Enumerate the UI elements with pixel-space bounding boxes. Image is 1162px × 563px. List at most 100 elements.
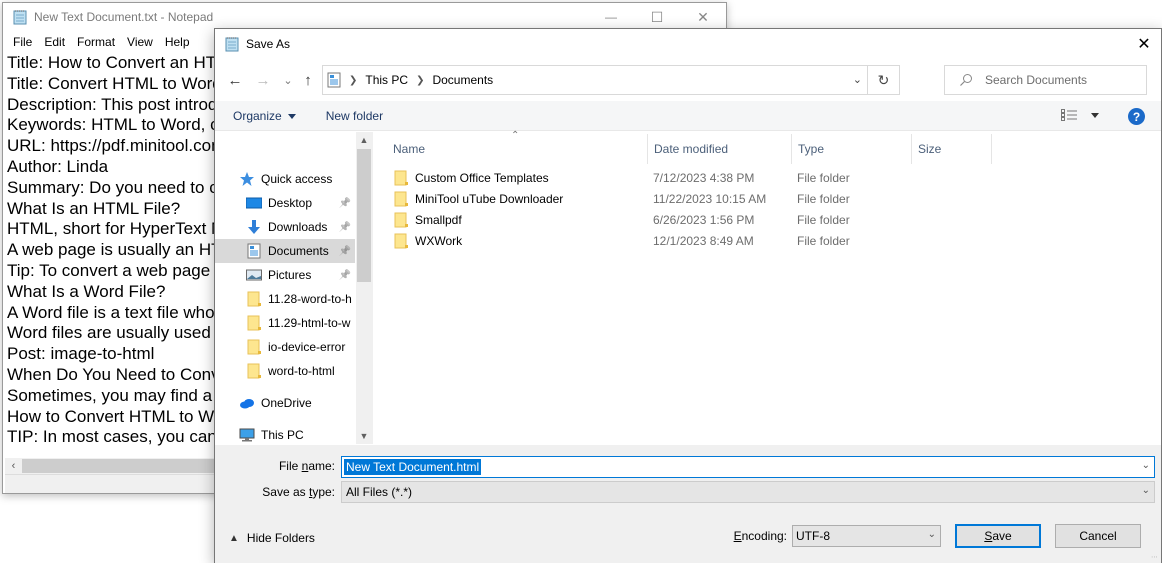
breadcrumb-separator-icon[interactable]: ❯ xyxy=(416,75,424,86)
file-name-input[interactable]: New Text Document.html ⌄ xyxy=(341,456,1155,478)
column-header-date[interactable]: Date modified xyxy=(648,134,792,164)
menu-help[interactable]: Help xyxy=(159,35,196,49)
pin-icon: 📌 xyxy=(338,245,351,257)
refresh-button[interactable]: ↻ xyxy=(867,66,899,94)
details-view-icon xyxy=(1061,109,1077,121)
navigation-pane-scrollbar[interactable]: ▲ ▼ xyxy=(356,132,372,444)
nav-item-label: word-to-html xyxy=(268,364,335,378)
organize-button[interactable]: Organize xyxy=(233,109,296,123)
scroll-up-icon[interactable]: ▲ xyxy=(356,135,372,145)
menu-view[interactable]: View xyxy=(121,35,159,49)
nav-item-label: io-device-error xyxy=(268,340,346,354)
save-button[interactable]: Save xyxy=(955,524,1041,548)
folder-icon xyxy=(393,191,409,207)
hide-folders-label: Hide Folders xyxy=(246,531,315,545)
minimize-button[interactable]: — xyxy=(588,3,634,31)
nav-item-desktop[interactable]: Desktop 📌 xyxy=(215,191,355,215)
file-date: 7/12/2023 4:38 PM xyxy=(653,170,755,185)
file-name: MiniTool uTube Downloader xyxy=(415,191,564,206)
file-name-cell: Custom Office Templates xyxy=(393,170,549,186)
chevron-down-icon: ⌄ xyxy=(1141,485,1150,496)
file-name-value: New Text Document.html xyxy=(344,459,482,475)
column-header-type[interactable]: Type xyxy=(792,134,912,164)
recent-locations-button[interactable]: ⌄ xyxy=(278,70,298,90)
refresh-icon: ↻ xyxy=(877,71,890,88)
scroll-left-icon[interactable]: ‹ xyxy=(5,460,22,472)
file-row[interactable]: MiniTool uTube Downloader 11/22/2023 10:1… xyxy=(373,188,993,209)
file-date: 6/26/2023 1:56 PM xyxy=(653,212,755,227)
chevron-up-icon: ▲ xyxy=(229,532,239,544)
file-list: Name ⌃ Date modified Type Size Custom Of… xyxy=(373,130,1161,444)
close-icon: ✕ xyxy=(697,8,709,25)
nav-item-label: OneDrive xyxy=(261,396,312,410)
breadcrumb-this-pc[interactable]: This PC xyxy=(365,73,408,87)
up-button[interactable]: ↑ xyxy=(298,70,318,90)
search-placeholder: Search Documents xyxy=(985,73,1088,87)
nav-item-this-pc[interactable]: This PC xyxy=(215,423,355,444)
address-dropdown-icon[interactable]: ⌄ xyxy=(853,73,862,86)
nav-item-11-29-html-to-w[interactable]: 11.29-html-to-w xyxy=(215,311,355,335)
address-bar[interactable]: ❯ This PC ❯ Documents ⌄ ↻ xyxy=(322,65,900,95)
dialog-close-button[interactable]: ✕ xyxy=(1127,29,1161,59)
file-row[interactable]: WXWork 12/1/2023 8:49 AM File folder xyxy=(373,230,993,251)
nav-item-onedrive[interactable]: OneDrive xyxy=(215,391,355,415)
menu-format[interactable]: Format xyxy=(71,35,121,49)
command-bar: Organize New folder ? xyxy=(215,101,1161,131)
pin-icon: 📌 xyxy=(338,269,351,281)
desktop-icon xyxy=(245,195,263,211)
menu-edit[interactable]: Edit xyxy=(38,35,71,49)
dialog-titlebar[interactable]: Save As ✕ xyxy=(215,29,1161,59)
nav-item-io-device-error[interactable]: io-device-error xyxy=(215,335,355,359)
navigation-pane: Quick access Desktop 📌 Downloads 📌 Documents 📌… xyxy=(215,132,371,444)
back-button[interactable]: ← xyxy=(225,70,245,90)
menu-file[interactable]: File xyxy=(7,35,38,49)
folder-icon xyxy=(246,339,262,355)
notepad-titlebar[interactable]: New Text Document.txt - Notepad — ☐ ✕ xyxy=(3,3,726,31)
new-folder-button[interactable]: New folder xyxy=(326,109,383,123)
close-icon: ✕ xyxy=(1137,36,1151,53)
nav-item-label: Downloads xyxy=(268,220,328,234)
close-button[interactable]: ✕ xyxy=(680,3,726,31)
nav-item-label: Pictures xyxy=(268,268,312,282)
dropdown-triangle-icon xyxy=(287,113,296,119)
file-name-cell: MiniTool uTube Downloader xyxy=(393,191,563,207)
folder-icon xyxy=(246,315,262,331)
column-header-size[interactable]: Size xyxy=(912,134,992,164)
change-view-button[interactable] xyxy=(1061,109,1099,121)
save-as-type-select[interactable]: All Files (*.*) ⌄ xyxy=(341,481,1155,503)
nav-item-pictures[interactable]: Pictures 📌 xyxy=(215,263,355,287)
nav-item-quick-access[interactable]: Quick access xyxy=(215,167,355,191)
help-button[interactable]: ? xyxy=(1128,108,1145,125)
breadcrumb-separator-icon[interactable]: ❯ xyxy=(349,75,357,86)
scroll-down-icon[interactable]: ▼ xyxy=(356,431,372,441)
search-box[interactable]: Search Documents xyxy=(944,65,1147,95)
maximize-button[interactable]: ☐ xyxy=(634,3,680,31)
file-name-label: File name: xyxy=(278,459,335,473)
hide-folders-button[interactable]: ▲ Hide Folders xyxy=(229,531,315,545)
nav-item-downloads[interactable]: Downloads 📌 xyxy=(215,215,355,239)
file-type: File folder xyxy=(797,212,850,227)
column-header-name[interactable]: Name ⌃ xyxy=(373,130,648,164)
encoding-label: Encoding: xyxy=(733,529,787,543)
nav-item-word-to-html[interactable]: word-to-html xyxy=(215,359,355,383)
chevron-down-icon[interactable]: ⌄ xyxy=(1142,460,1150,471)
organize-label: Organize xyxy=(233,108,282,123)
resize-grip-icon[interactable]: ⋯ xyxy=(1151,553,1159,561)
pin-icon: 📌 xyxy=(338,197,351,209)
scrollbar-thumb[interactable] xyxy=(357,149,371,282)
file-row[interactable]: Custom Office Templates 7/12/2023 4:38 PM… xyxy=(373,167,993,188)
file-row[interactable]: Smallpdf 6/26/2023 1:56 PM File folder xyxy=(373,209,993,230)
nav-item-documents[interactable]: Documents 📌 xyxy=(215,239,355,263)
forward-button[interactable]: → xyxy=(253,70,273,90)
chevron-down-icon: ⌄ xyxy=(927,529,936,540)
nav-item-11-28-word-to-h[interactable]: 11.28-word-to-h xyxy=(215,287,355,311)
cloud-icon xyxy=(239,395,255,411)
encoding-select[interactable]: UTF-8 ⌄ xyxy=(792,525,941,547)
cancel-button[interactable]: Cancel xyxy=(1055,524,1141,548)
file-date: 11/22/2023 10:15 AM xyxy=(653,191,767,206)
dialog-title: Save As xyxy=(246,37,291,51)
sort-ascending-icon: ⌃ xyxy=(511,130,520,141)
breadcrumb-documents[interactable]: Documents xyxy=(432,73,493,87)
save-as-type-label: Save as type: xyxy=(262,485,335,499)
notepad-icon xyxy=(225,37,239,52)
